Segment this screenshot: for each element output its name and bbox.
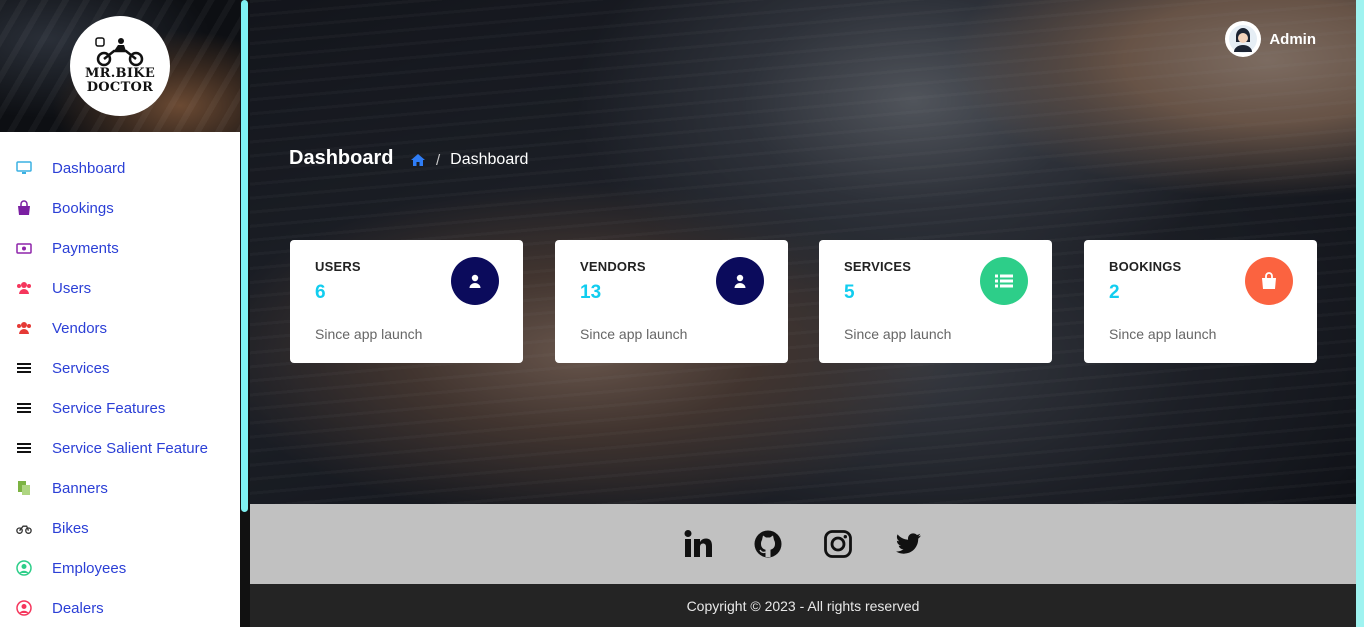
main-content: Admin Dashboard / Dashboard USERS 6 Sinc…	[250, 0, 1356, 627]
sidebar-item-label: Service Salient Feature	[52, 439, 208, 457]
page-title: Dashboard	[289, 147, 394, 169]
sidebar-item-service-features[interactable]: Service Features	[0, 388, 240, 428]
sidebar-item-label: Services	[52, 359, 110, 377]
sidebar-item-label: Banners	[52, 479, 108, 497]
twitter-icon[interactable]	[893, 529, 923, 559]
sidebar-item-services[interactable]: Services	[0, 348, 240, 388]
stat-subtitle: Since app launch	[1109, 326, 1217, 342]
sidebar-item-vendors[interactable]: Vendors	[0, 308, 240, 348]
sidebar-item-label: Service Features	[52, 399, 166, 417]
instagram-icon[interactable]	[823, 529, 853, 559]
breadcrumb: / Dashboard	[410, 151, 528, 169]
user-circle-icon	[16, 560, 32, 576]
stat-value: 13	[580, 282, 602, 303]
linkedin-icon[interactable]	[683, 529, 713, 559]
sidebar-item-label: Dealers	[52, 599, 104, 617]
sidebar-scrollbar-thumb[interactable]	[241, 0, 248, 512]
github-icon[interactable]	[753, 529, 783, 559]
stat-value: 5	[844, 282, 855, 303]
sidebar-item-banners[interactable]: Banners	[0, 468, 240, 508]
sidebar-item-dashboard[interactable]: Dashboard	[0, 148, 240, 188]
list-icon	[980, 257, 1028, 305]
stat-card-services[interactable]: SERVICES 5 Since app launch	[819, 240, 1052, 363]
logo-banner: MR.BIKE DOCTOR	[0, 0, 240, 132]
sidebar-item-users[interactable]: Users	[0, 268, 240, 308]
sidebar-item-label: Dashboard	[52, 159, 126, 177]
sidebar-item-label: Users	[52, 279, 92, 297]
list-icon	[16, 400, 32, 416]
monitor-icon	[16, 160, 32, 176]
stat-value: 2	[1109, 282, 1120, 303]
brand-name-line2: DOCTOR	[86, 80, 154, 95]
stat-subtitle: Since app launch	[844, 326, 952, 342]
user-circle-icon	[16, 600, 32, 616]
stat-title: USERS	[315, 259, 361, 274]
sidebar-item-bookings[interactable]: Bookings	[0, 188, 240, 228]
stat-title: SERVICES	[844, 259, 912, 274]
stat-card-bookings[interactable]: BOOKINGS 2 Since app launch	[1084, 240, 1317, 363]
money-icon	[16, 240, 32, 256]
list-icon	[16, 360, 32, 376]
stat-card-vendors[interactable]: VENDORS 13 Since app launch	[555, 240, 788, 363]
stat-card-users[interactable]: USERS 6 Since app launch	[290, 240, 523, 363]
sidebar-item-label: Bookings	[52, 199, 114, 217]
shopping-bag-icon	[16, 200, 32, 216]
sidebar-item-label: Payments	[52, 239, 119, 257]
sidebar-item-label: Vendors	[52, 319, 108, 337]
stat-subtitle: Since app launch	[315, 326, 423, 342]
avatar	[1225, 21, 1262, 57]
sidebar-nav: Dashboard Bookings Payments Users Vendor…	[0, 148, 240, 628]
social-links	[250, 504, 1356, 584]
sidebar-item-dealers[interactable]: Dealers	[0, 588, 240, 628]
breadcrumb-current: Dashboard	[450, 151, 529, 168]
stat-subtitle: Since app launch	[580, 326, 688, 342]
sidebar-item-employees[interactable]: Employees	[0, 548, 240, 588]
sidebar-item-label: Employees	[52, 559, 127, 577]
shopping-bag-icon	[1245, 257, 1293, 305]
users-icon	[16, 280, 32, 296]
sidebar-item-service-salient-feature[interactable]: Service Salient Feature	[0, 428, 240, 468]
sidebar-item-label: Bikes	[52, 519, 89, 537]
sidebar: MR.BIKE DOCTOR Dashboard Bookings Paymen…	[0, 0, 240, 627]
user-icon	[451, 257, 499, 305]
sidebar-item-bikes[interactable]: Bikes	[0, 508, 240, 548]
list-icon	[16, 440, 32, 456]
user-avatar-icon	[1229, 25, 1258, 53]
breadcrumb-separator: /	[436, 151, 441, 169]
stat-title: VENDORS	[580, 259, 646, 274]
stat-value: 6	[315, 282, 326, 303]
footer: Copyright © 2023 - All rights reserved	[250, 584, 1356, 627]
users-icon	[16, 320, 32, 336]
page-scrollbar[interactable]	[1356, 0, 1364, 627]
sidebar-item-payments[interactable]: Payments	[0, 228, 240, 268]
copy-icon	[16, 480, 32, 496]
user-name: Admin	[1269, 30, 1316, 48]
motorcycle-icon	[16, 520, 32, 536]
brand-name-line1: MR.BIKE	[84, 66, 156, 81]
home-icon[interactable]	[410, 152, 426, 168]
copyright-text: Copyright © 2023 - All rights reserved	[686, 597, 920, 614]
brand-logo[interactable]: MR.BIKE DOCTOR	[70, 16, 170, 116]
stat-title: BOOKINGS	[1109, 259, 1182, 274]
user-icon	[716, 257, 764, 305]
user-menu[interactable]: Admin	[1225, 21, 1316, 57]
motorcycle-rider-icon	[95, 37, 144, 67]
